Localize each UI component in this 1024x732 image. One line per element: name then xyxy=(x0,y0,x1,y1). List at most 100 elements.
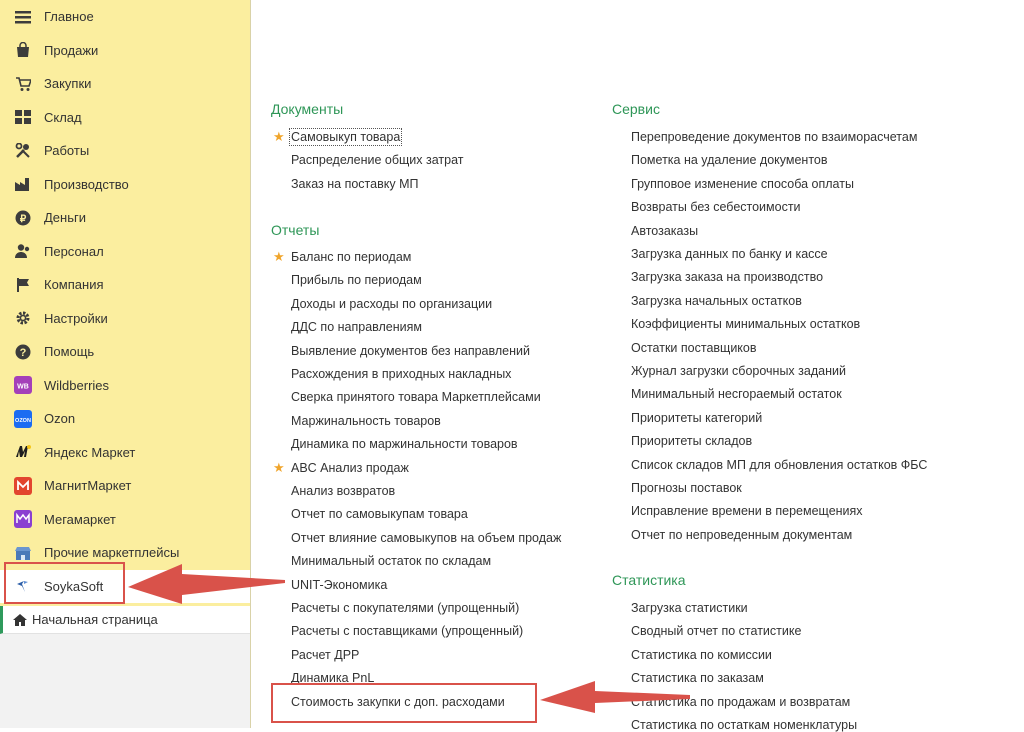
report-link[interactable]: Анализ возвратов xyxy=(291,484,395,498)
report-link[interactable]: Баланс по периодам xyxy=(291,250,411,264)
grid-icon xyxy=(14,108,32,126)
service-link[interactable]: Журнал загрузки сборочных заданий xyxy=(631,364,846,378)
statistics-link[interactable]: Статистика по остаткам номенклатуры xyxy=(631,718,857,732)
annotation-box-report xyxy=(271,683,537,723)
service-link[interactable]: Загрузка заказа на производство xyxy=(631,270,823,284)
service-link[interactable]: Пометка на удаление документов xyxy=(631,153,828,167)
service-link[interactable]: Загрузка данных по банку и кассе xyxy=(631,247,828,261)
home-tab[interactable]: Начальная страница xyxy=(0,606,250,634)
sidebar-item-3[interactable]: Закупки xyxy=(0,67,250,100)
report-link[interactable]: Отчет влияние самовыкупов на объем прода… xyxy=(291,531,561,545)
sidebar-item-label: Компания xyxy=(44,277,104,292)
section-title-statistics: Статистика xyxy=(612,572,686,588)
sidebar-item-12[interactable]: WB Wildberries xyxy=(0,369,250,402)
document-link[interactable]: Самовыкуп товара xyxy=(288,128,403,146)
sidebar-item-label: Деньги xyxy=(44,210,86,225)
sidebar-footer xyxy=(0,634,250,728)
section-title-service: Сервис xyxy=(612,101,660,117)
service-link[interactable]: Приоритеты складов xyxy=(631,434,752,448)
sidebar-item-2[interactable]: Продажи xyxy=(0,34,250,67)
report-link[interactable]: Маржинальность товаров xyxy=(291,414,441,428)
statistics-link[interactable]: Статистика по заказам xyxy=(631,671,764,685)
report-link[interactable]: Минимальный остаток по складам xyxy=(291,554,491,568)
service-link[interactable]: Отчет по непроведенным документам xyxy=(631,528,852,542)
tools-icon xyxy=(14,142,32,160)
sidebar-item-label: Помощь xyxy=(44,344,95,359)
sidebar-item-label: Главное xyxy=(44,9,94,24)
magnit-market-icon xyxy=(14,476,32,495)
report-link[interactable]: Расчеты с покупателями (упрощенный) xyxy=(291,601,519,615)
yandex-market-icon xyxy=(14,443,32,461)
sidebar-item-label: Прочие маркетплейсы xyxy=(44,545,180,560)
sidebar-item-7[interactable]: ₽ Деньги xyxy=(0,201,250,234)
favorite-star-icon[interactable]: ★ xyxy=(273,249,285,265)
report-link[interactable]: Расхождения в приходных накладных xyxy=(291,367,511,381)
sidebar-item-13[interactable]: OZON Ozon xyxy=(0,402,250,435)
service-link[interactable]: Список складов МП для обновления остатко… xyxy=(631,458,927,472)
wildberries-icon: WB xyxy=(14,376,32,394)
service-link[interactable]: Остатки поставщиков xyxy=(631,341,757,355)
service-link[interactable]: Перепроведение документов по взаиморасче… xyxy=(631,130,917,144)
report-link[interactable]: Доходы и расходы по организации xyxy=(291,297,492,311)
sidebar-item-label: Продажи xyxy=(44,42,99,58)
money-icon: ₽ xyxy=(14,209,32,227)
service-link[interactable]: Автозаказы xyxy=(631,224,698,238)
sidebar-item-label: Яндекс Маркет xyxy=(44,444,136,460)
flag-icon xyxy=(14,276,32,294)
svg-text:₽: ₽ xyxy=(20,214,27,225)
sidebar-item-14[interactable]: Яндекс Маркет xyxy=(0,436,250,469)
document-link[interactable]: Распределение общих затрат xyxy=(291,153,464,167)
service-link[interactable]: Минимальный несгораемый остаток xyxy=(631,387,842,401)
sidebar-item-1[interactable]: Главное xyxy=(0,0,250,33)
sidebar-item-label: Ozon xyxy=(44,411,76,426)
sidebar-item-8[interactable]: Персонал xyxy=(0,235,250,268)
people-icon xyxy=(14,242,32,260)
service-link[interactable]: Прогнозы поставок xyxy=(631,481,742,495)
sidebar-item-label: Wildberries xyxy=(44,377,110,393)
report-link[interactable]: Прибыль по периодам xyxy=(291,273,422,287)
report-link[interactable]: Динамика по маржинальности товаров xyxy=(291,437,518,451)
document-link[interactable]: Заказ на поставку МП xyxy=(291,177,418,191)
report-link[interactable]: ABC Анализ продаж xyxy=(291,461,409,475)
marketplaces-icon xyxy=(14,544,32,562)
sidebar-item-label: Мегамаркет xyxy=(44,511,116,527)
sidebar-item-16[interactable]: Мегамаркет xyxy=(0,503,250,536)
report-link[interactable]: Выявление документов без направлений xyxy=(291,344,530,358)
home-icon xyxy=(11,611,29,629)
main-panel: Документы ★ Самовыкуп товара Распределение … xyxy=(251,0,1024,732)
service-link[interactable]: Исправление времени в перемещениях xyxy=(631,504,863,518)
report-link[interactable]: Расчет ДРР xyxy=(291,648,359,662)
service-link[interactable]: Коэффициенты минимальных остатков xyxy=(631,317,860,331)
section-title-documents: Документы xyxy=(271,101,344,117)
sidebar-item-label: Персонал xyxy=(44,243,104,259)
cart-icon xyxy=(14,75,32,93)
service-link[interactable]: Групповое изменение способа оплаты xyxy=(631,177,854,191)
report-link[interactable]: Отчет по самовыкупам товара xyxy=(291,507,468,521)
favorite-star-icon[interactable]: ★ xyxy=(273,460,285,476)
report-link[interactable]: Расчеты с поставщиками (упрощенный) xyxy=(291,624,523,638)
report-link[interactable]: Сверка принятого товара Маркетплейсами xyxy=(291,390,541,404)
sidebar-item-15[interactable]: МагнитМаркет xyxy=(0,469,250,502)
service-link[interactable]: Возвраты без себестоимости xyxy=(631,200,801,214)
sidebar-item-9[interactable]: Компания xyxy=(0,268,250,301)
gear-icon xyxy=(14,309,32,327)
service-link[interactable]: Приоритеты категорий xyxy=(631,411,762,425)
annotation-box-soykasoft xyxy=(4,562,125,604)
statistics-link[interactable]: Сводный отчет по статистике xyxy=(631,624,801,638)
favorite-star-icon[interactable]: ★ xyxy=(273,129,285,145)
sidebar-item-5[interactable]: Работы xyxy=(0,134,250,167)
sidebar-item-label: Закупки xyxy=(44,76,92,91)
report-link[interactable]: UNIT-Экономика xyxy=(291,578,387,592)
statistics-link[interactable]: Статистика по продажам и возвратам xyxy=(631,695,850,709)
statistics-link[interactable]: Статистика по комиссии xyxy=(631,648,772,662)
sidebar-item-6[interactable]: Производство xyxy=(0,168,250,201)
sidebar-item-4[interactable]: Склад xyxy=(0,101,250,134)
home-tab-label: Начальная страница xyxy=(32,612,158,627)
sidebar-item-10[interactable]: Настройки xyxy=(0,302,250,335)
service-link[interactable]: Загрузка начальных остатков xyxy=(631,294,802,308)
help-icon: ? xyxy=(14,343,32,361)
shopping-bag-icon xyxy=(14,41,32,59)
report-link[interactable]: ДДС по направлениям xyxy=(291,320,422,334)
statistics-link[interactable]: Загрузка статистики xyxy=(631,601,748,615)
sidebar-item-11[interactable]: ? Помощь xyxy=(0,335,250,368)
